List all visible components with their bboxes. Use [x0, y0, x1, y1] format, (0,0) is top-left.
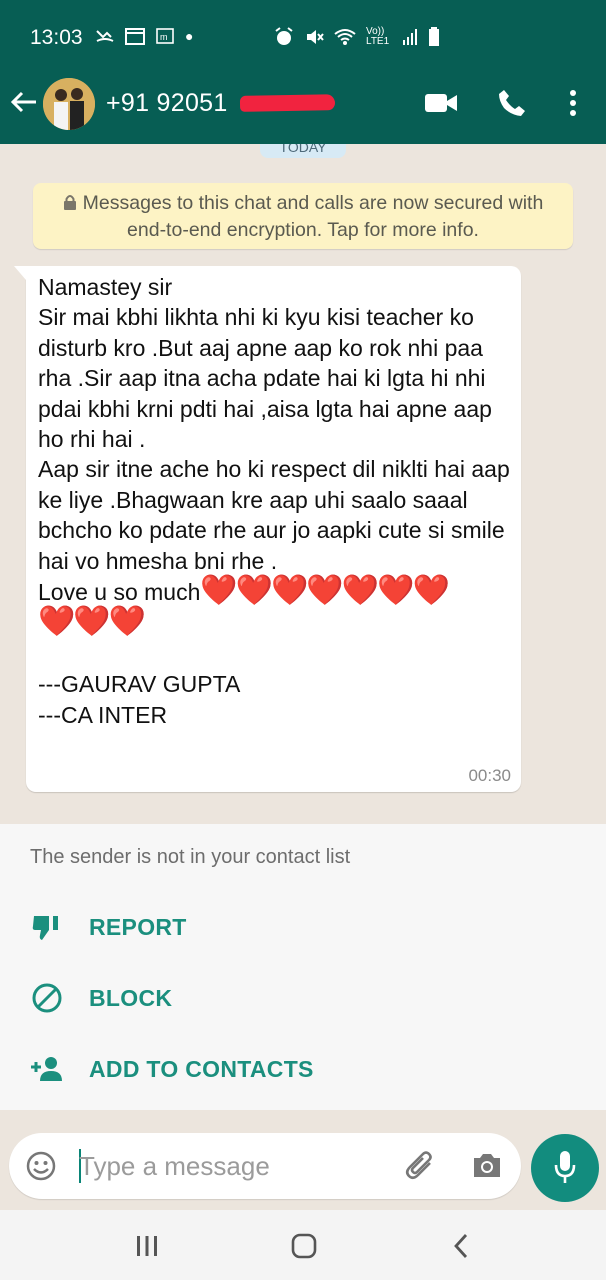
message-body: Namastey sir Sir mai kbhi likhta nhi ki …	[38, 272, 513, 730]
encryption-text: Messages to this chat and calls are now …	[82, 192, 544, 241]
status-icons-right: Vo)) LTE1	[274, 27, 440, 47]
signature-name: ---GAURAV GUPTA	[38, 671, 241, 698]
alarm-icon	[275, 27, 293, 45]
status-time: 13:03	[30, 26, 83, 49]
message-time: 00:30	[468, 766, 511, 785]
camera-icon[interactable]	[471, 1151, 503, 1179]
encryption-notice[interactable]: Messages to this chat and calls are now …	[33, 183, 573, 249]
report-label: REPORT	[89, 913, 187, 940]
add-to-contacts-label: ADD TO CONTACTS	[89, 1055, 314, 1082]
calendar-icon	[125, 28, 145, 45]
missed-call-icon	[96, 30, 114, 42]
recent-apps-icon[interactable]	[135, 1235, 159, 1257]
redaction-mark	[239, 94, 336, 112]
microphone-icon	[554, 1151, 576, 1183]
block-button[interactable]: BLOCK	[30, 981, 172, 1015]
more-vertical-icon[interactable]	[567, 88, 579, 120]
message-notification-icon: m	[156, 28, 174, 44]
network-label: Vo)) LTE1	[366, 26, 390, 47]
day-chip: TODAY	[260, 144, 346, 158]
voice-message-button[interactable]	[531, 1134, 599, 1202]
back-nav-icon[interactable]	[452, 1233, 470, 1259]
video-call-icon[interactable]	[424, 90, 458, 116]
attach-icon[interactable]	[404, 1149, 438, 1183]
emoji-icon[interactable]	[25, 1150, 57, 1182]
dot-icon: ●	[185, 28, 194, 44]
message-text: Namastey sir Sir mai kbhi likhta nhi ki …	[38, 274, 510, 574]
svg-text:m: m	[160, 32, 168, 42]
block-icon	[30, 981, 64, 1015]
contact-number[interactable]: +91 92051	[106, 88, 228, 118]
report-button[interactable]: REPORT	[30, 910, 187, 944]
chat-area[interactable]: TODAY Messages to this chat and calls ar…	[0, 144, 606, 824]
battery-icon	[429, 27, 439, 46]
block-label: BLOCK	[89, 984, 173, 1011]
lock-icon	[63, 193, 77, 218]
message-placeholder: Type a message	[79, 1151, 270, 1181]
add-person-icon	[30, 1052, 64, 1086]
signal-icon	[403, 29, 417, 45]
back-arrow-icon[interactable]	[8, 86, 40, 118]
system-navigation-bar	[0, 1210, 606, 1280]
phone-icon[interactable]	[497, 88, 527, 118]
status-bar: 13:03 m ● Vo)) LTE1	[0, 0, 606, 62]
home-icon[interactable]	[291, 1233, 317, 1259]
message-composer: Type a message	[0, 1110, 606, 1210]
add-to-contacts-button[interactable]: ADD TO CONTACTS	[30, 1052, 314, 1086]
avatar[interactable]	[43, 78, 95, 130]
signature-title: ---CA INTER	[38, 701, 168, 728]
status-icons-left: m ●	[95, 27, 193, 45]
mute-icon	[307, 30, 324, 44]
incoming-message-bubble[interactable]: Namastey sir Sir mai kbhi likhta nhi ki …	[14, 266, 521, 792]
chat-header: +91 92051	[0, 62, 606, 144]
hearts-emoji-row2: ❤️❤️❤️	[38, 605, 146, 639]
thumbs-down-icon	[30, 910, 64, 944]
sender-info-text: The sender is not in your contact list	[30, 846, 351, 868]
wifi-icon	[334, 29, 356, 45]
hearts-emoji: ❤️❤️❤️❤️❤️❤️❤️	[200, 574, 449, 608]
message-input[interactable]: Type a message	[9, 1133, 521, 1199]
unknown-sender-panel: The sender is not in your contact list R…	[0, 824, 606, 1110]
love-line: Love u so much	[38, 579, 201, 606]
